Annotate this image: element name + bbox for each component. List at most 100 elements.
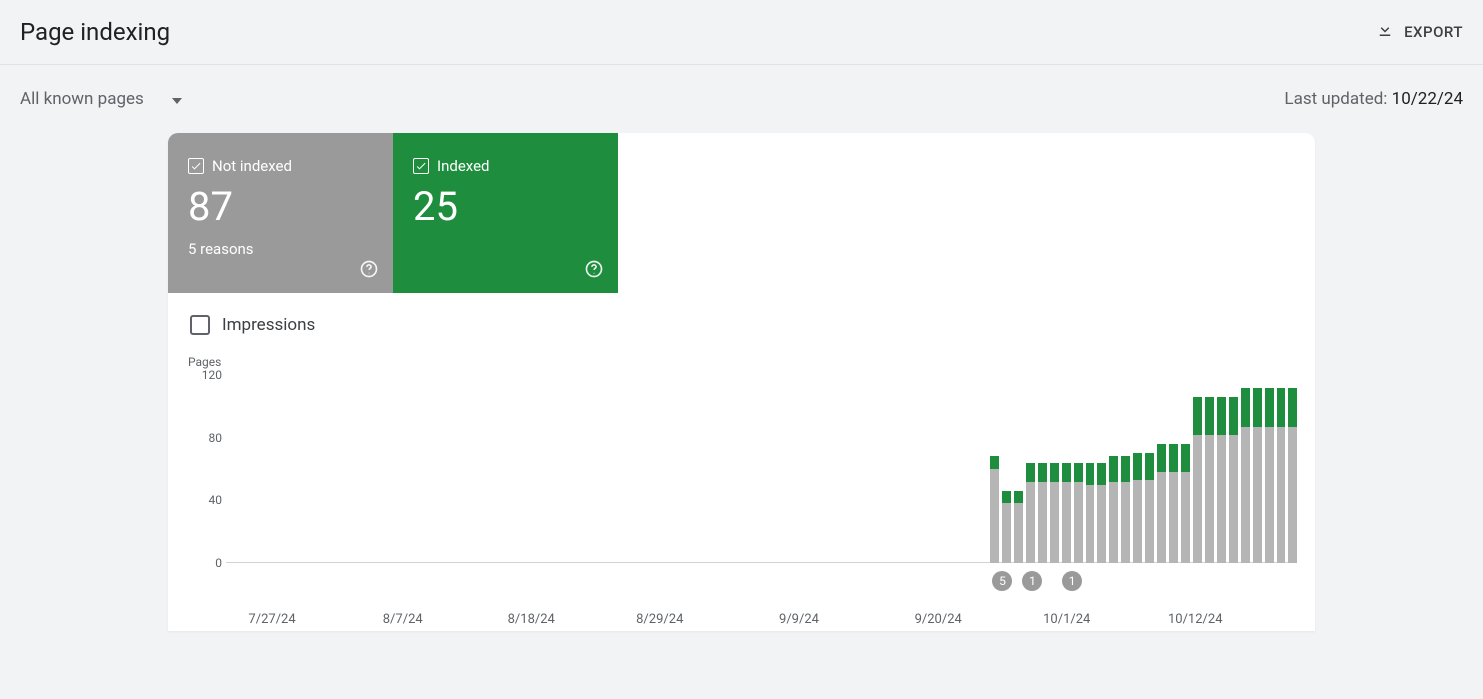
chart-bar[interactable] xyxy=(871,375,880,563)
chart-bar[interactable] xyxy=(1086,375,1095,563)
chart-bar[interactable] xyxy=(1145,375,1154,563)
chart-bar[interactable] xyxy=(333,375,342,563)
chart-bar[interactable] xyxy=(560,375,569,563)
tile-not-indexed[interactable]: Not indexed 87 5 reasons xyxy=(168,133,393,293)
chart-bar[interactable] xyxy=(906,375,915,563)
chart-bar[interactable] xyxy=(1062,375,1071,563)
chart-bar[interactable] xyxy=(1133,375,1142,563)
chart-bar[interactable] xyxy=(859,375,868,563)
chart-bar[interactable] xyxy=(1097,375,1106,563)
chart-bar[interactable] xyxy=(322,375,331,563)
chart-bar[interactable] xyxy=(1265,375,1274,563)
chart-bar[interactable] xyxy=(1229,375,1238,563)
chart-bar[interactable] xyxy=(441,375,450,563)
chart-bar[interactable] xyxy=(310,375,319,563)
chart-bar[interactable] xyxy=(1157,375,1166,563)
chart-bar[interactable] xyxy=(680,375,689,563)
chart-bar[interactable] xyxy=(250,375,259,563)
tile-indexed[interactable]: Indexed 25 xyxy=(393,133,618,293)
chart-bar[interactable] xyxy=(918,375,927,563)
chart-bar[interactable] xyxy=(1169,375,1178,563)
chart-bar[interactable] xyxy=(345,375,354,563)
chart-bar[interactable] xyxy=(226,375,235,563)
chart-bar[interactable] xyxy=(417,375,426,563)
impressions-checkbox[interactable] xyxy=(190,315,210,335)
chart-bar[interactable] xyxy=(668,375,677,563)
chart-bar[interactable] xyxy=(954,375,963,563)
chart-bar[interactable] xyxy=(632,375,641,563)
chart-bar[interactable] xyxy=(1109,375,1118,563)
chart-bar[interactable] xyxy=(1193,375,1202,563)
chart-bar[interactable] xyxy=(1217,375,1226,563)
chart-bar[interactable] xyxy=(787,375,796,563)
chart-bar[interactable] xyxy=(357,375,366,563)
chart-bar[interactable] xyxy=(1121,375,1130,563)
chart-bar[interactable] xyxy=(429,375,438,563)
page-filter-dropdown[interactable]: All known pages xyxy=(20,89,182,109)
chart-bar[interactable] xyxy=(572,375,581,563)
chart-bar[interactable] xyxy=(489,375,498,563)
chart-bar[interactable] xyxy=(274,375,283,563)
chart-bar[interactable] xyxy=(811,375,820,563)
chart-bar[interactable] xyxy=(715,375,724,563)
chart-bar[interactable] xyxy=(536,375,545,563)
chart-bar[interactable] xyxy=(584,375,593,563)
chart-bar[interactable] xyxy=(596,375,605,563)
chart-bar[interactable] xyxy=(644,375,653,563)
chart-bar[interactable] xyxy=(1253,375,1262,563)
chart-bar[interactable] xyxy=(405,375,414,563)
chart-bar[interactable] xyxy=(704,375,713,563)
chart-bar[interactable] xyxy=(823,375,832,563)
chart-bar[interactable] xyxy=(286,375,295,563)
chart-bar[interactable] xyxy=(501,375,510,563)
chart-bar[interactable] xyxy=(895,375,904,563)
chart-bar[interactable] xyxy=(1050,375,1059,563)
chart-bar[interactable] xyxy=(942,375,951,563)
chart-bar[interactable] xyxy=(393,375,402,563)
chart-bar[interactable] xyxy=(692,375,701,563)
chart-bar[interactable] xyxy=(298,375,307,563)
chart-bar[interactable] xyxy=(1205,375,1214,563)
chart-bar[interactable] xyxy=(835,375,844,563)
help-icon[interactable] xyxy=(359,259,379,279)
chart-bar[interactable] xyxy=(763,375,772,563)
chart-bar[interactable] xyxy=(978,375,987,563)
chart-marker[interactable]: 1 xyxy=(1062,571,1082,591)
chart-bar[interactable] xyxy=(453,375,462,563)
chart-bar[interactable] xyxy=(1014,375,1023,563)
chart-bar[interactable] xyxy=(739,375,748,563)
chart-bar[interactable] xyxy=(524,375,533,563)
chart-bar[interactable] xyxy=(477,375,486,563)
chart-marker[interactable]: 5 xyxy=(992,571,1012,591)
chart-bar[interactable] xyxy=(608,375,617,563)
chart-bar[interactable] xyxy=(1241,375,1250,563)
chart-bar[interactable] xyxy=(369,375,378,563)
checkbox-indexed[interactable] xyxy=(413,158,429,174)
chart-bar[interactable] xyxy=(990,375,999,563)
chart-bar[interactable] xyxy=(548,375,557,563)
chart-bar[interactable] xyxy=(656,375,665,563)
chart-bar[interactable] xyxy=(930,375,939,563)
checkbox-not-indexed[interactable] xyxy=(188,158,204,174)
chart-bar[interactable] xyxy=(381,375,390,563)
chart-bar[interactable] xyxy=(513,375,522,563)
chart-bar[interactable] xyxy=(847,375,856,563)
chart-bar[interactable] xyxy=(1038,375,1047,563)
chart-bar[interactable] xyxy=(1026,375,1035,563)
chart-bar[interactable] xyxy=(1288,375,1297,563)
help-icon[interactable] xyxy=(584,259,604,279)
chart-bar[interactable] xyxy=(966,375,975,563)
chart-marker[interactable]: 1 xyxy=(1022,571,1042,591)
chart-bar[interactable] xyxy=(1002,375,1011,563)
chart-bar[interactable] xyxy=(727,375,736,563)
chart-bar[interactable] xyxy=(775,375,784,563)
export-button[interactable]: EXPORT xyxy=(1376,21,1463,43)
chart-bar[interactable] xyxy=(262,375,271,563)
chart-bar[interactable] xyxy=(1277,375,1286,563)
chart-bar[interactable] xyxy=(799,375,808,563)
chart-bar[interactable] xyxy=(465,375,474,563)
chart-bar[interactable] xyxy=(1074,375,1083,563)
chart-bar[interactable] xyxy=(620,375,629,563)
chart-bar[interactable] xyxy=(751,375,760,563)
chart-bar[interactable] xyxy=(1181,375,1190,563)
